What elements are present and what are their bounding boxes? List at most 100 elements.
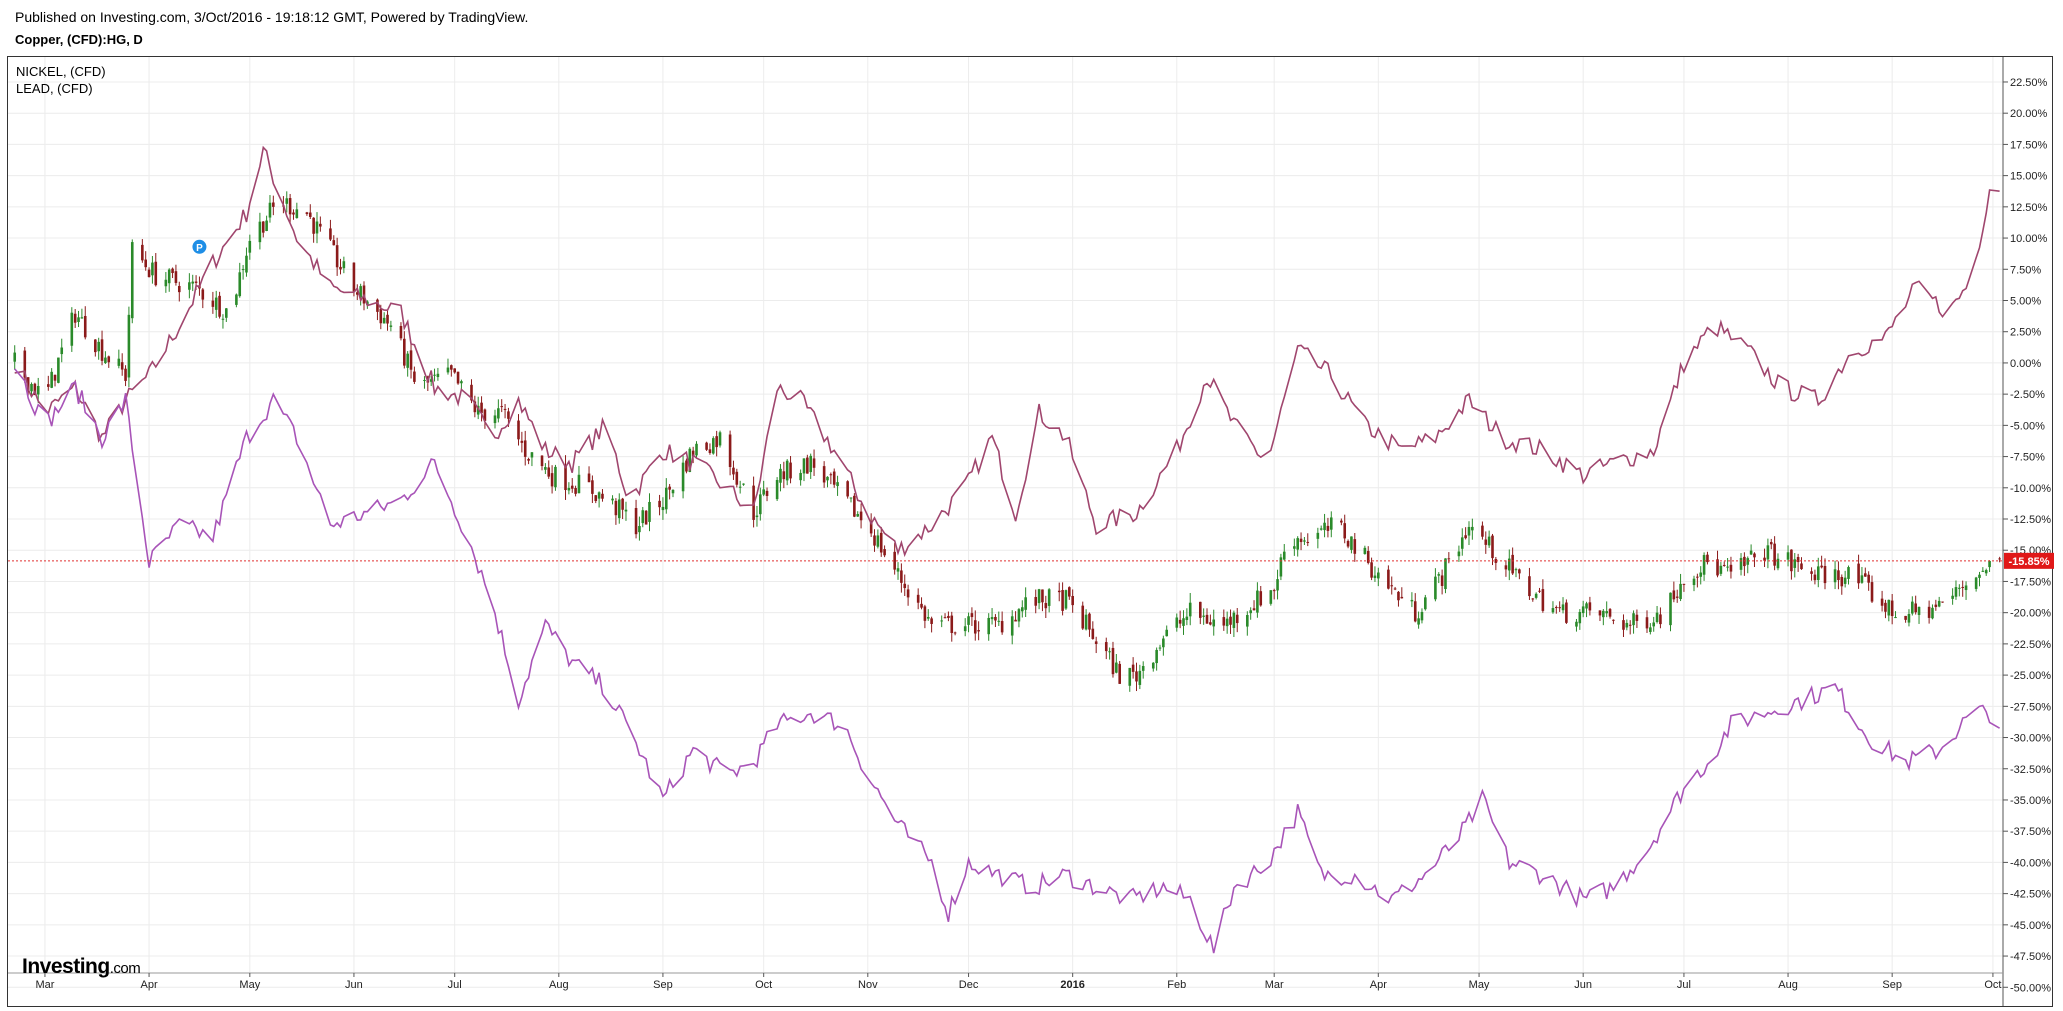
candle-body (916, 594, 920, 603)
candle-body (1669, 592, 1672, 626)
candle-body (497, 408, 500, 419)
candle-body (1504, 565, 1508, 570)
candle-body (1598, 610, 1602, 616)
candle-body (1645, 617, 1649, 629)
candle-body (141, 244, 144, 261)
candle-body (977, 630, 980, 632)
candle-body (379, 308, 383, 324)
candle-body (1061, 590, 1064, 611)
candle-body (248, 240, 252, 253)
candle-body (1370, 562, 1373, 578)
candle-body (1541, 589, 1545, 611)
candle-body (1353, 539, 1357, 554)
candle-body (1279, 557, 1283, 577)
candle-body (1410, 599, 1414, 602)
candle-body (352, 262, 356, 292)
candle-body (624, 509, 628, 512)
candle-body (1198, 601, 1202, 618)
candle-body (1084, 614, 1088, 630)
candle-body (712, 438, 715, 454)
candle-body (77, 317, 80, 323)
candle-body (1531, 598, 1535, 600)
candle-body (1679, 583, 1682, 600)
candle-body (1041, 589, 1044, 603)
candle-body (221, 318, 225, 320)
candle-body (1064, 590, 1068, 609)
candle-body (1692, 578, 1696, 586)
candle-body (1934, 604, 1938, 607)
candle-body (1316, 532, 1320, 539)
candle-body (1622, 620, 1625, 630)
candle-body (564, 465, 567, 491)
candle-body (1739, 558, 1743, 570)
y-tick-label: -12.50% (2010, 514, 2051, 526)
candle-body (1094, 641, 1098, 644)
candle-body (1833, 569, 1837, 583)
y-tick-label: -22.50% (2010, 639, 2051, 651)
candle-body (403, 338, 406, 366)
candle-body (399, 325, 403, 339)
candle-body (1655, 612, 1659, 622)
candle-body (940, 620, 943, 622)
candle-body (1625, 622, 1629, 628)
candle-body (926, 616, 930, 619)
candle-body (617, 499, 621, 519)
candle-body (1716, 559, 1719, 576)
candle-body (1390, 585, 1394, 587)
candle-body (1034, 597, 1038, 606)
candle-body (601, 493, 604, 499)
candle-body (1820, 565, 1823, 568)
candle-body (641, 510, 645, 524)
candle-body (1585, 603, 1588, 609)
y-tick-label: -27.50% (2010, 701, 2051, 713)
candle-body (460, 381, 463, 384)
candle-body (171, 268, 174, 274)
candle-body (920, 603, 923, 608)
candle-body (1037, 589, 1041, 604)
candle-body (1471, 526, 1474, 531)
candle-body (83, 315, 87, 338)
y-tick-label: -2.50% (2010, 389, 2045, 401)
candle-body (332, 240, 336, 246)
candle-body (789, 462, 792, 479)
candle-body (456, 371, 460, 384)
candle-body (735, 471, 739, 485)
candle-body (987, 617, 991, 635)
candle-body (1722, 564, 1726, 566)
candle-body (1927, 606, 1931, 618)
price-axis: 22.50% 20.00% 17.50% 15.00% 12.50% 10.00% 7.50… (2002, 57, 2051, 1006)
candle-body (1393, 588, 1397, 590)
candle-body (638, 526, 641, 533)
y-tick-label: 0.00% (2010, 358, 2041, 370)
candle-body (1575, 621, 1578, 627)
candle-body (1555, 607, 1558, 609)
candle-body (329, 228, 332, 240)
candle-body (765, 490, 769, 496)
candle-body (1071, 595, 1074, 606)
candle-body (104, 357, 107, 364)
legend-item-nickel[interactable]: NICKEL, (CFD) (16, 63, 106, 80)
candle-body (433, 374, 436, 376)
candle-body (520, 440, 524, 443)
price-chart[interactable]: 22.50% 20.00% 17.50% 15.00% 12.50% 10.00% 7.50… (0, 0, 2063, 1011)
candle-body (147, 269, 151, 278)
y-tick-label: -45.00% (2010, 920, 2051, 932)
candle-body (1128, 667, 1132, 686)
candle-body (540, 455, 544, 467)
x-tick-label: Feb (1167, 979, 1186, 991)
candle-body (13, 352, 17, 362)
candle-body (1659, 614, 1662, 625)
candle-body (947, 615, 950, 618)
y-tick-label: -47.50% (2010, 951, 2051, 963)
candle-body (97, 341, 100, 352)
legend-item-lead[interactable]: LEAD, (CFD) (16, 80, 106, 97)
candle-body (1460, 537, 1464, 549)
candle-body (873, 535, 876, 546)
candle-body (1081, 605, 1085, 629)
candle-body (1269, 590, 1273, 604)
candle-body (144, 259, 148, 268)
candle-body (258, 221, 262, 243)
candle-body (1857, 563, 1860, 584)
candle-body (775, 480, 779, 500)
candle-body (829, 474, 833, 476)
